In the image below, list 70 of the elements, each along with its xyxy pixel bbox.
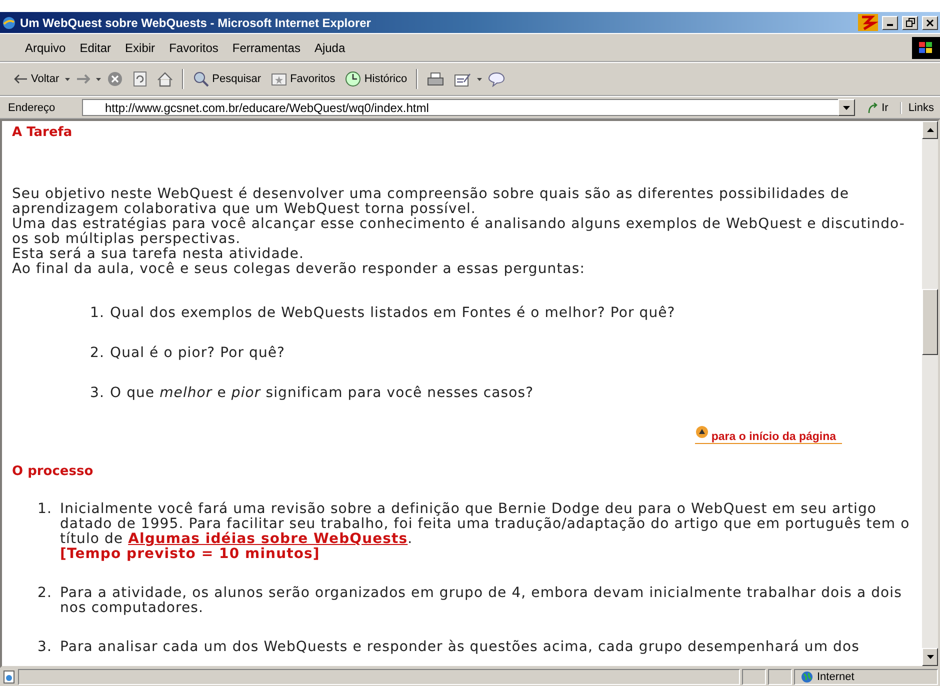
printer-icon [427, 72, 444, 86]
speech-bubble-icon [488, 72, 506, 86]
paragraph: Ao final da aula, você e seus colegas deverão responder a essas perguntas: [12, 262, 586, 277]
list-number: 3. [90, 386, 102, 401]
go-button[interactable]: Ir [854, 102, 900, 114]
caret-icon [842, 106, 850, 110]
article-link[interactable]: Algumas idéias sobre WebQuests [128, 531, 408, 547]
links-button[interactable]: Links [900, 102, 940, 114]
dropdown-arrow-icon[interactable] [96, 78, 102, 80]
question-text: O que melhor e pior significam para você nesses casos? [110, 386, 534, 401]
list-number: 3. [36, 640, 52, 655]
globe-icon [801, 671, 813, 683]
clock-icon [345, 71, 362, 87]
minimize-button[interactable] [882, 16, 898, 30]
search-icon [193, 71, 210, 87]
edit-icon [454, 72, 472, 86]
stop-icon [107, 71, 124, 87]
close-button[interactable] [922, 16, 938, 30]
list-number: 1. [36, 502, 52, 519]
question-text: Qual é o pior? Por quê? [110, 346, 286, 361]
toolbar-button[interactable]: Voltar [10, 71, 64, 87]
step-text: Inicialmente você fará uma revisão sobre a definição que Bernie Dodge deu para o WebQuest em seu artigo datado de 1995. Para facilitar seu trabalho, foi feita uma tradução/adaptação do artigo que em português tem o título de Algumas idéias sobre WebQuests. [60, 501, 910, 547]
dropdown-arrow-icon[interactable] [65, 78, 70, 80]
step-text: Para a atividade, os alunos serão organizados em grupo de 4, embora devam inicialmente trabalhar dois a dois nos computadores. [60, 585, 902, 616]
list-number: 2. [90, 346, 102, 361]
flag-icon [858, 14, 878, 31]
status-pane [768, 669, 792, 685]
zone-label: Internet [817, 671, 854, 683]
address-field[interactable]: http://www.gcsnet.com.br/educare/WebQuest/wq0/index.html [82, 99, 838, 116]
list-number: 1. [90, 306, 102, 321]
go-arrow-icon [866, 102, 879, 114]
toolbar-button[interactable]: Favoritos [267, 70, 340, 88]
menu-item[interactable]: Arquivo [18, 40, 73, 54]
windows-logo-icon [912, 36, 940, 58]
address-label: Endereço [7, 102, 56, 114]
close-icon [926, 18, 934, 26]
menu-item[interactable]: Editar [72, 40, 118, 54]
dropdown-button[interactable] [838, 99, 855, 116]
menu-item[interactable]: Exibir [118, 40, 162, 54]
menu-item[interactable]: Favoritos [162, 40, 226, 54]
section-heading: A Tarefa [12, 125, 74, 141]
page-icon [2, 670, 16, 684]
up-arrow-icon[interactable] [926, 128, 934, 132]
window-title: Um WebQuest sobre WebQuests - Microsoft Internet Explorer [20, 16, 372, 30]
minimize-icon [887, 24, 893, 26]
paragraph: Esta será a sua tarefa nesta atividade. [12, 247, 305, 262]
dropdown-arrow-icon[interactable] [477, 78, 482, 80]
paragraph: Seu objetivo neste WebQuest é desenvolver uma compreensão sobre quais são as diferentes possibilidades de aprendizagem colaborativa que um WebQuest torna possível. [12, 187, 850, 217]
section-heading: O processo [12, 464, 94, 480]
toolbar-button[interactable]: Pesquisar [189, 69, 266, 89]
list-number: 2. [36, 586, 52, 603]
toolbar-button[interactable]: Histórico [341, 69, 412, 89]
down-arrow-icon[interactable] [926, 655, 934, 659]
status-pane [742, 669, 766, 685]
home-icon [157, 72, 174, 86]
right-arrow-icon [76, 74, 90, 84]
question-text: Qual dos exemplos de WebQuests listados em Fontes é o melhor? Por quê? [110, 306, 676, 321]
restore-button[interactable] [902, 16, 918, 30]
back-to-top-link[interactable]: para o início da página [695, 425, 842, 444]
scrollbar[interactable] [922, 121, 938, 666]
refresh-icon [133, 71, 148, 87]
left-arrow-icon [14, 74, 28, 84]
menu-item[interactable]: Ajuda [307, 40, 352, 54]
browser-icon [2, 16, 16, 30]
time-note: [Tempo previsto = 10 minutos] [60, 547, 321, 562]
scrollbar-thumb[interactable] [922, 289, 938, 355]
step-text: Para analisar cada um dos WebQuests e responder às questões acima, cada grupo desempenhará um dos [60, 639, 860, 655]
menu-item[interactable]: Ferramentas [225, 40, 308, 54]
restore-icon [906, 18, 914, 27]
paragraph: Uma das estratégias para você alcançar esse conhecimento é analisando alguns exemplos de WebQuest e discutindo-os sob múltiplas perspectivas. [12, 217, 906, 247]
